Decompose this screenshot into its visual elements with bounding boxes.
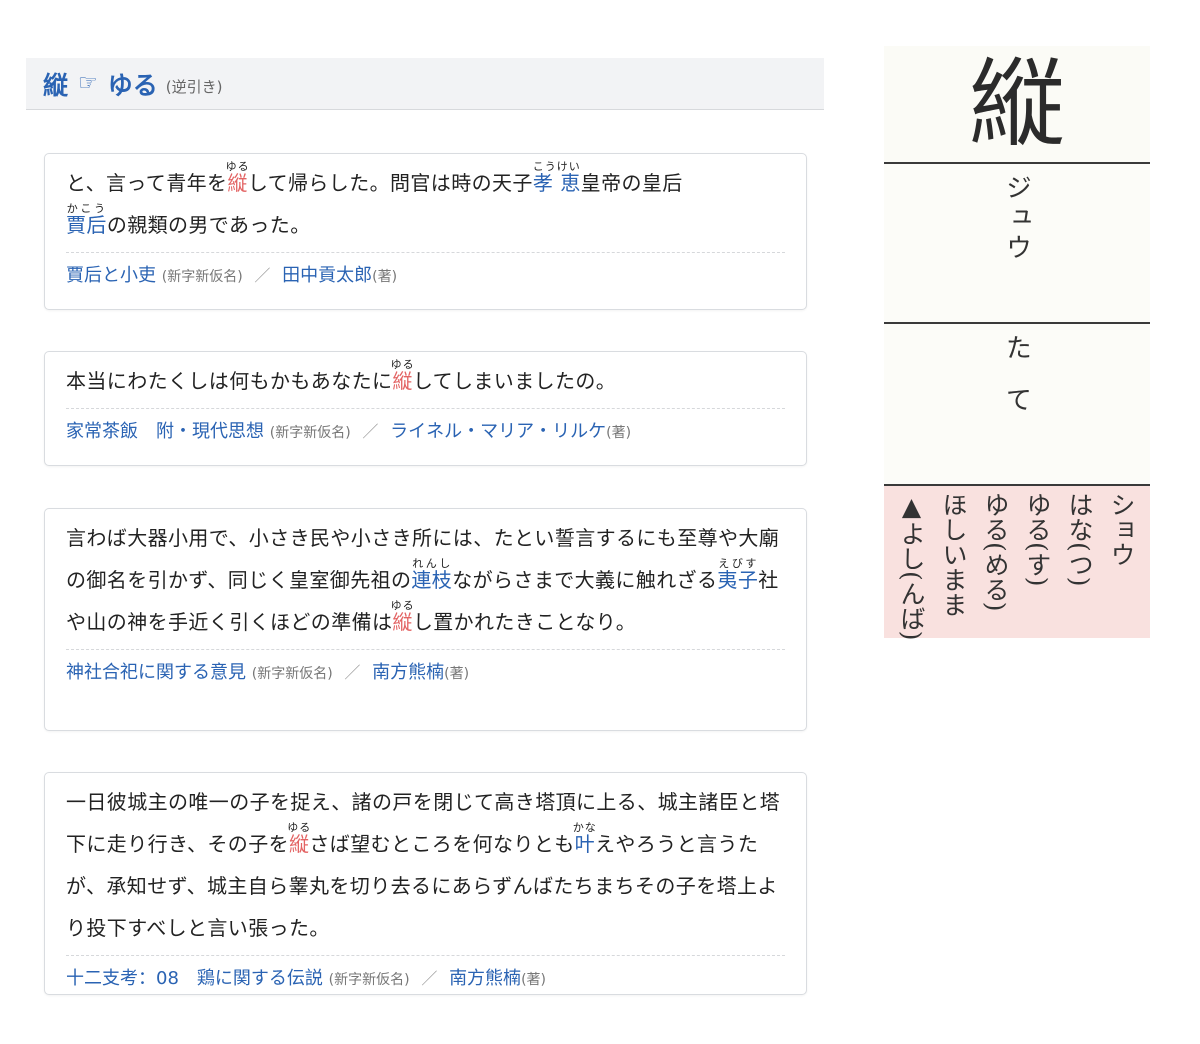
ruby-link[interactable]: 孝 恵こうけい — [533, 160, 581, 195]
ruby-link[interactable]: 連枝れんし — [411, 557, 452, 592]
example-text: と、言って青年を縦ゆるして帰らした。問官は時の天子孝 恵こうけい皇帝の皇后 賈后か… — [66, 160, 683, 237]
dictionary-kanji: 縦 — [969, 48, 1065, 160]
source-note: (新字新仮名) — [161, 269, 243, 285]
other-reading: ほしいまま — [939, 492, 968, 617]
source-line: 家常茶飯 附・現代思想 (新字新仮名) ／ ライネル・マリア・リルケ(著) — [66, 408, 785, 454]
ruby-link[interactable]: 叶かな — [573, 821, 597, 856]
source-author-link[interactable]: 田中貢太郎 — [282, 265, 372, 286]
example-card-2: 本当にわたくしは何もかもあなたに縦ゆるしてしまいましたの。 家常茶飯 附・現代思… — [44, 351, 807, 466]
header-reverse-lookup-note: (逆引き) — [165, 78, 223, 96]
example-card-1: と、言って青年を縦ゆるして帰らした。問官は時の天子孝 恵こうけい皇帝の皇后 賈后か… — [44, 153, 807, 310]
source-note: (新字新仮名) — [328, 972, 410, 988]
source-author-link[interactable]: ライネル・マリア・リルケ — [390, 421, 606, 442]
other-reading: はな(つ) — [1065, 492, 1094, 587]
ruby-link[interactable]: 賈后かこう — [66, 202, 107, 237]
source-separator: ／ — [344, 663, 361, 682]
other-reading: ▲よし(んば) — [897, 492, 926, 641]
header-kanji-link[interactable]: 縦 — [43, 66, 68, 102]
pointing-hand-icon: ☞ — [78, 71, 98, 96]
on-reading: ジュウ — [1001, 174, 1032, 264]
source-separator: ／ — [254, 266, 271, 285]
header-reading-link[interactable]: ゆる — [108, 66, 158, 102]
source-title-link[interactable]: 家常茶飯 附・現代思想 — [66, 421, 264, 442]
example-text: 本当にわたくしは何もかもあなたに縦ゆるしてしまいましたの。 — [66, 358, 617, 393]
source-line: 十二支考：08 鶏に関する伝説 (新字新仮名) ／ 南方熊楠(著) — [66, 955, 785, 1001]
source-author-link[interactable]: 南方熊楠 — [449, 968, 521, 989]
highlight-kanji: 縦ゆる — [225, 160, 250, 195]
highlight-kanji: 縦ゆる — [390, 358, 415, 393]
source-title-link[interactable]: 賈后と小吏 — [66, 265, 156, 286]
other-reading: ショウ — [1107, 492, 1136, 567]
example-card-4: 一日彼城主の唯一の子を捉え、諸の戸を閉じて高き塔頂に上る、城主諸臣と塔下に走り行… — [44, 772, 807, 995]
source-role: (著) — [606, 425, 632, 441]
example-text: 一日彼城主の唯一の子を捉え、諸の戸を閉じて高き塔頂に上る、城主諸臣と塔下に走り行… — [66, 790, 780, 940]
example-card-3: 言わば大器小用で、小さき民や小さき所には、たとい誓言するにも至尊や大廟の御名を引… — [44, 508, 807, 731]
other-reading: ゆる(す) — [1023, 492, 1052, 587]
result-header: 縦 ☞ ゆる (逆引き) — [26, 58, 824, 110]
highlight-kanji: 縦ゆる — [390, 599, 415, 634]
source-line: 賈后と小吏 (新字新仮名) ／ 田中貢太郎(著) — [66, 252, 785, 298]
source-note: (新字新仮名) — [269, 425, 351, 441]
source-role: (著) — [521, 972, 546, 988]
source-note: (新字新仮名) — [251, 666, 333, 682]
highlight-kanji: 縦ゆる — [287, 821, 312, 856]
source-role: (著) — [372, 269, 398, 285]
example-text: 言わば大器小用で、小さき民や小さき所には、たとい誓言するにも至尊や大廟の御名を引… — [66, 526, 780, 634]
source-role: (著) — [444, 666, 470, 682]
kun-reading: たて — [1001, 334, 1032, 438]
source-separator: ／ — [421, 969, 438, 988]
dictionary-kun-reading-box: たて — [884, 324, 1150, 486]
source-title-link[interactable]: 十二支考：08 鶏に関する伝説 — [66, 968, 323, 989]
source-line: 神社合祀に関する意見 (新字新仮名) ／ 南方熊楠(著) — [66, 649, 785, 695]
dictionary-other-readings-box: ショウ はな(つ) ゆる(す) ゆる(める) ほしいまま ▲よし(んば) — [884, 486, 1150, 641]
source-separator: ／ — [362, 422, 379, 441]
ruby-link[interactable]: 夷子えびす — [717, 557, 758, 592]
dictionary-on-reading-box: ジュウ — [884, 164, 1150, 324]
other-reading: ゆる(める) — [981, 492, 1010, 612]
dictionary-kanji-box: 縦 — [884, 46, 1150, 164]
source-author-link[interactable]: 南方熊楠 — [372, 662, 444, 683]
source-title-link[interactable]: 神社合祀に関する意見 — [66, 662, 246, 683]
